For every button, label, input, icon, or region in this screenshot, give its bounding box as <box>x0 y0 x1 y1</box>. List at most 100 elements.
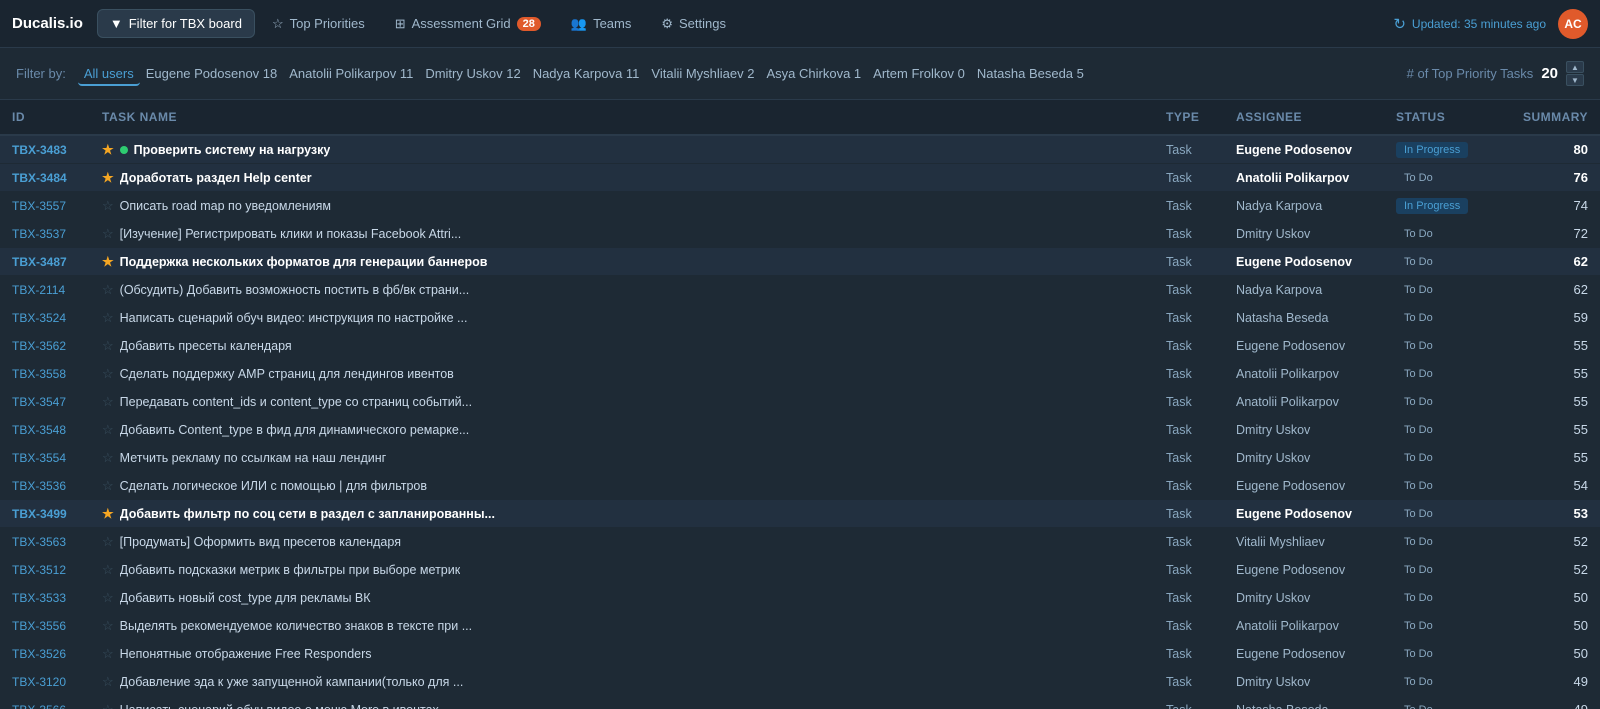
star-icon[interactable]: ☆ <box>102 702 114 709</box>
filter-user-4[interactable]: Nadya Karpova 11 <box>527 63 646 84</box>
table-row[interactable]: TBX-3483★Проверить систему на нагрузкуTa… <box>0 136 1600 164</box>
cell-id[interactable]: TBX-3526 <box>8 647 98 661</box>
table-row[interactable]: TBX-3526☆Непонятные отображение Free Res… <box>0 640 1600 668</box>
cell-type: Task <box>1162 367 1232 381</box>
star-icon[interactable]: ★ <box>102 142 114 158</box>
star-icon[interactable]: ☆ <box>102 562 114 578</box>
cell-id[interactable]: TBX-3484 <box>8 171 98 185</box>
table-row[interactable]: TBX-3554 ☆ Метчить рекламу по ссылкам на н… <box>0 444 1600 472</box>
star-icon[interactable]: ☆ <box>102 226 114 242</box>
cell-id[interactable]: TBX-3562 <box>8 339 98 353</box>
table-row[interactable]: TBX-3547☆Передавать content_ids и conten… <box>0 388 1600 416</box>
cell-id[interactable]: TBX-3483 <box>8 143 98 157</box>
table-row[interactable]: TBX-3487★Поддержка нескольких форматов д… <box>0 248 1600 276</box>
status-badge: To Do <box>1396 394 1441 410</box>
cell-task-name: ☆Описать road map по уведомлениям <box>98 198 1162 214</box>
cell-task-name: ☆Написать сценарий обуч видео: инструкци… <box>98 310 1162 326</box>
col-type: Type <box>1162 110 1232 124</box>
star-icon[interactable]: ☆ <box>102 590 114 606</box>
filter-user-1[interactable]: Eugene Podosenov 18 <box>140 63 284 84</box>
cell-task-name: ★Доработать раздел Help center <box>98 170 1162 186</box>
filter-user-3[interactable]: Dmitry Uskov 12 <box>419 63 526 84</box>
table-row[interactable]: TBX-3566☆Написать сценарий обуч видео о … <box>0 696 1600 709</box>
table-row[interactable]: TBX-3563☆[Продумать] Оформить вид пресет… <box>0 528 1600 556</box>
table-row[interactable]: TBX-3524☆Написать сценарий обуч видео: и… <box>0 304 1600 332</box>
cell-task-name: ☆Выделять рекомендуемое количество знако… <box>98 618 1162 634</box>
priority-increment[interactable]: ▲ <box>1566 61 1584 73</box>
table-row[interactable]: TBX-3499★Добавить фильтр по соц сети в р… <box>0 500 1600 528</box>
filter-board-button[interactable]: ▼ Filter for TBX board <box>97 9 255 38</box>
filter-user-7[interactable]: Artem Frolkov 0 <box>867 63 971 84</box>
table-row[interactable]: TBX-3512☆Добавить подсказки метрик в фил… <box>0 556 1600 584</box>
cell-id[interactable]: TBX-3563 <box>8 535 98 549</box>
table-row[interactable]: TBX-3536 ☆ Сделать логическое ИЛИ с помощь… <box>0 472 1600 500</box>
filter-user-0[interactable]: All users <box>78 63 140 86</box>
star-icon[interactable]: ☆ <box>102 198 114 214</box>
table-row[interactable]: TBX-3562☆Добавить пресеты календаряTaskE… <box>0 332 1600 360</box>
priority-decrement[interactable]: ▼ <box>1566 74 1584 86</box>
task-name-text: Метчить рекламу по ссылкам на наш лендин… <box>120 451 387 465</box>
filter-users-container: All usersEugene Podosenov 18Anatolii Pol… <box>78 66 1090 81</box>
table-row[interactable]: TBX-3557☆Описать road map по уведомления… <box>0 192 1600 220</box>
table-row[interactable]: TBX-3556☆Выделять рекомендуемое количест… <box>0 612 1600 640</box>
cell-assignee: Eugene Podosenov <box>1232 479 1392 493</box>
star-icon[interactable]: ☆ <box>102 674 114 690</box>
app-logo: Ducalis.io <box>12 15 83 32</box>
cell-id[interactable]: TBX-3557 <box>8 199 98 213</box>
cell-task-name: ☆Передавать content_ids и content_type с… <box>98 394 1162 410</box>
star-icon[interactable]: ★ <box>102 170 114 186</box>
star-icon[interactable]: ☆ <box>102 478 114 494</box>
star-icon[interactable]: ☆ <box>102 646 114 662</box>
star-icon[interactable]: ★ <box>102 254 114 270</box>
cell-id[interactable]: TBX-3537 <box>8 227 98 241</box>
cell-id[interactable]: TBX-3512 <box>8 563 98 577</box>
table-row[interactable]: TBX-3120☆Добавление эда к уже запущенной… <box>0 668 1600 696</box>
table-row[interactable]: TBX-3533☆Добавить новый cost_type для ре… <box>0 584 1600 612</box>
assessment-grid-button[interactable]: ⊞ Assessment Grid 28 <box>382 9 554 39</box>
priority-spinner[interactable]: ▲ ▼ <box>1566 61 1584 86</box>
cell-id[interactable]: TBX-3548 <box>8 423 98 437</box>
star-icon[interactable]: ☆ <box>102 338 114 354</box>
cell-id[interactable]: TBX-3533 <box>8 591 98 605</box>
cell-id[interactable]: TBX-3487 <box>8 255 98 269</box>
cell-id[interactable]: TBX-3558 <box>8 367 98 381</box>
table-row[interactable]: TBX-2114☆(Обсудить) Добавить возможность… <box>0 276 1600 304</box>
cell-summary: 55 <box>1512 450 1592 465</box>
filter-user-6[interactable]: Asya Chirkova 1 <box>761 63 868 84</box>
table-row[interactable]: TBX-3484★Доработать раздел Help centerTa… <box>0 164 1600 192</box>
star-icon[interactable]: ☆ <box>102 422 114 438</box>
star-icon[interactable]: ☆ <box>102 394 114 410</box>
cell-id[interactable]: TBX-3566 <box>8 703 98 709</box>
cell-id[interactable]: TBX-3547 <box>8 395 98 409</box>
cell-task-name: ☆[Изучение] Регистрировать клики и показ… <box>98 226 1162 242</box>
cell-id[interactable]: TBX-3524 <box>8 311 98 325</box>
table-row[interactable]: TBX-3558☆Сделать поддержку АМР страниц д… <box>0 360 1600 388</box>
star-icon[interactable]: ☆ <box>102 366 114 382</box>
cell-id[interactable]: TBX-3556 <box>8 619 98 633</box>
cell-id[interactable]: TBX-3499 <box>8 507 98 521</box>
filter-user-2[interactable]: Anatolii Polikarpov 11 <box>283 63 419 84</box>
cell-id[interactable]: TBX-2114 <box>8 283 98 297</box>
star-icon[interactable]: ☆ <box>102 534 114 550</box>
teams-button[interactable]: 👥 Teams <box>558 9 644 39</box>
star-icon[interactable]: ☆ <box>102 282 114 298</box>
cell-task-name: ☆Сделать поддержку АМР страниц для ленди… <box>98 366 1162 382</box>
cell-id[interactable]: TBX-3554 <box>8 451 98 465</box>
star-icon[interactable]: ★ <box>102 506 114 522</box>
star-icon[interactable]: ☆ <box>102 310 114 326</box>
avatar[interactable]: AC <box>1558 9 1588 39</box>
star-icon[interactable]: ☆ <box>102 618 114 634</box>
task-name-text: Сделать логическое ИЛИ с помощью | для ф… <box>120 479 427 493</box>
cell-status: To Do <box>1392 450 1512 466</box>
top-priorities-button[interactable]: ☆ Top Priorities <box>259 9 378 39</box>
filter-user-8[interactable]: Natasha Beseda 5 <box>971 63 1090 84</box>
table-row[interactable]: TBX-3548☆Добавить Content_type в фид для… <box>0 416 1600 444</box>
filter-user-5[interactable]: Vitalii Myshliaev 2 <box>645 63 760 84</box>
cell-type: Task <box>1162 395 1232 409</box>
settings-button[interactable]: ⚙ Settings <box>648 9 739 39</box>
star-icon[interactable]: ☆ <box>102 450 114 466</box>
cell-status: To Do <box>1392 394 1512 410</box>
table-row[interactable]: TBX-3537☆[Изучение] Регистрировать клики… <box>0 220 1600 248</box>
cell-id[interactable]: TBX-3536 <box>8 479 98 493</box>
cell-id[interactable]: TBX-3120 <box>8 675 98 689</box>
